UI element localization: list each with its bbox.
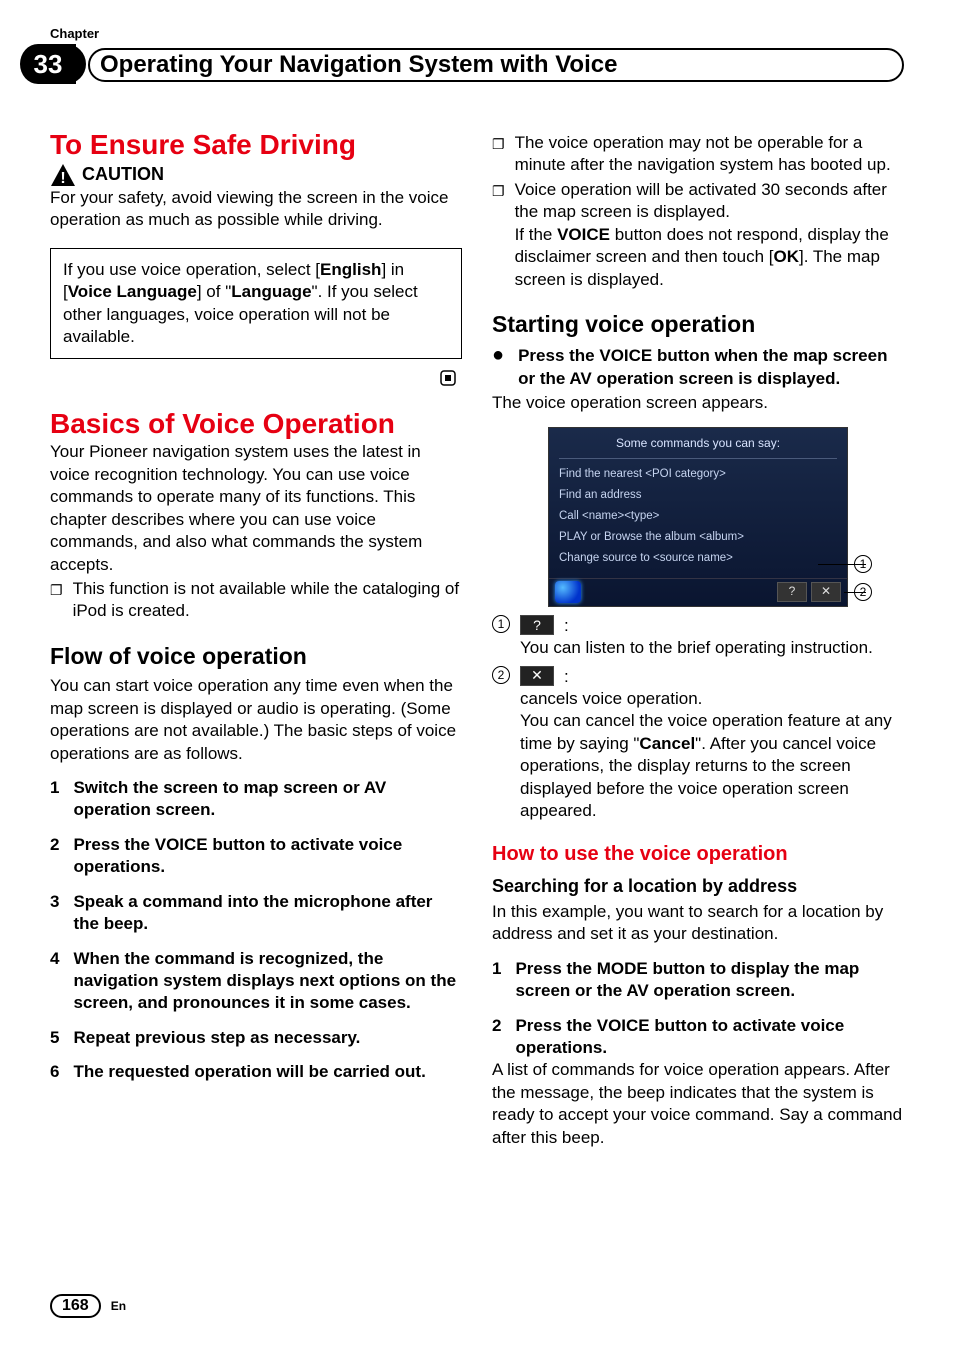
right-note-1: ❐ The voice operation may not be operabl… xyxy=(492,132,904,177)
lead-result: The voice operation screen appears. xyxy=(492,392,904,414)
shot-line: Change source to <source name> xyxy=(559,551,837,566)
language-note-box: If you use voice operation, select [Engl… xyxy=(50,248,462,360)
heading-safe-driving: To Ensure Safe Driving xyxy=(50,130,462,161)
cancel-button[interactable]: ✕ xyxy=(811,582,841,602)
callout-2: 2 xyxy=(854,583,872,601)
legend-2-body: cancels voice operation. You can cancel … xyxy=(492,688,904,823)
flow-body: You can start voice operation any time e… xyxy=(50,675,462,765)
step-3: 3Speak a command into the microphone aft… xyxy=(50,891,462,936)
note-bullet-icon: ❐ xyxy=(50,578,63,623)
heading-starting-voice: Starting voice operation xyxy=(492,309,904,339)
note-bullet-icon: ❐ xyxy=(492,132,505,177)
cancel-icon: ✕ xyxy=(520,666,554,686)
voice-orb-icon xyxy=(555,581,581,603)
caution-row: ! CAUTION xyxy=(50,163,462,187)
note-bullet-icon: ❐ xyxy=(492,179,505,291)
page-number: 168 xyxy=(50,1294,101,1318)
bullet-dot-icon: ● xyxy=(492,345,504,390)
shot-line: PLAY or Browse the album <album> xyxy=(559,530,837,545)
chapter-title: Operating Your Navigation System with Vo… xyxy=(100,51,617,79)
heading-basics: Basics of Voice Operation xyxy=(50,409,462,440)
step-6: 6The requested operation will be carried… xyxy=(50,1061,462,1083)
chapter-label: Chapter xyxy=(50,26,99,41)
right-step-2: 2Press the VOICE button to activate voic… xyxy=(492,1015,904,1060)
legend-1: 1 ? : xyxy=(492,615,904,637)
step-1: 1Switch the screen to map screen or AV o… xyxy=(50,777,462,822)
search-body: In this example, you want to search for … xyxy=(492,901,904,946)
basics-body: Your Pioneer navigation system uses the … xyxy=(50,441,462,576)
press-voice-lead: ● Press the VOICE button when the map sc… xyxy=(492,345,904,390)
chapter-number-badge: 33 xyxy=(20,44,76,84)
legend-num-2: 2 xyxy=(492,666,510,684)
step-2: 2Press the VOICE button to activate voic… xyxy=(50,834,462,879)
chapter-title-bar: Operating Your Navigation System with Vo… xyxy=(88,48,904,82)
voice-screen-mock: Some commands you can say: Find the near… xyxy=(548,427,848,607)
shot-line: Find an address xyxy=(559,488,837,503)
basics-note: ❐ This function is not available while t… xyxy=(50,578,462,623)
warning-triangle-icon: ! xyxy=(50,163,76,187)
caution-label: CAUTION xyxy=(82,163,164,187)
heading-how-to-use: How to use the voice operation xyxy=(492,841,904,867)
right-step-2-after: A list of commands for voice operation a… xyxy=(492,1059,904,1149)
heading-search-address: Searching for a location by address xyxy=(492,875,904,899)
shot-title: Some commands you can say: xyxy=(559,436,837,459)
page-footer: 168 En xyxy=(50,1294,126,1318)
right-note-2: ❐ Voice operation will be activated 30 s… xyxy=(492,179,904,291)
callout-1: 1 xyxy=(854,555,872,573)
caution-body: For your safety, avoid viewing the scree… xyxy=(50,187,462,232)
help-button[interactable]: ? xyxy=(777,582,807,602)
end-square-icon xyxy=(440,370,456,386)
shot-line: Call <name><type> xyxy=(559,509,837,524)
shot-line: Find the nearest <POI category> xyxy=(559,467,837,482)
legend-num-1: 1 xyxy=(492,615,510,633)
heading-flow: Flow of voice operation xyxy=(50,641,462,671)
legend-1-body: You can listen to the brief operating in… xyxy=(492,637,904,659)
page-lang: En xyxy=(111,1299,126,1313)
step-4: 4When the command is recognized, the nav… xyxy=(50,948,462,1015)
svg-text:!: ! xyxy=(60,170,65,187)
help-icon: ? xyxy=(520,615,554,635)
legend-2: 2 ✕ : xyxy=(492,666,904,688)
section-end-mark xyxy=(50,367,462,388)
step-5: 5Repeat previous step as necessary. xyxy=(50,1027,462,1049)
right-step-1: 1Press the MODE button to display the ma… xyxy=(492,958,904,1003)
